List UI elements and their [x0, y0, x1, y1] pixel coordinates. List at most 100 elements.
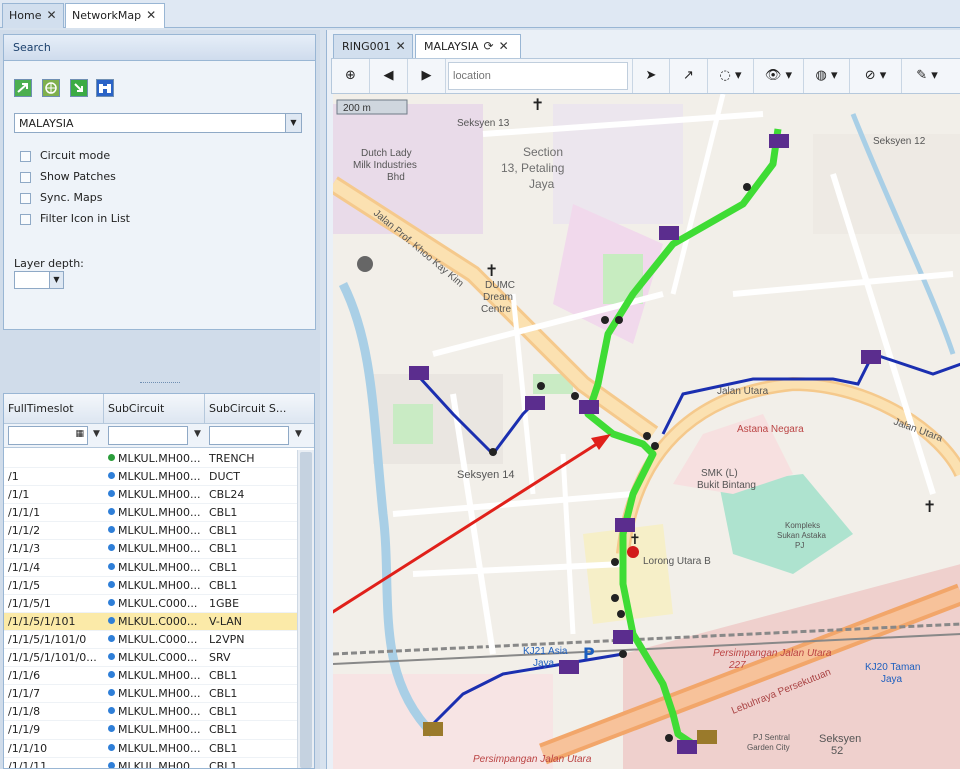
- table-row[interactable]: /1/1/7 MLKUL.MH00... CBL1: [4, 685, 297, 704]
- route-node[interactable]: [619, 650, 627, 658]
- view-icon[interactable]: 👁 ▾: [754, 59, 804, 93]
- route-node[interactable]: [615, 316, 623, 324]
- table-row[interactable]: /1/1/3 MLKUL.MH00... CBL1: [4, 540, 297, 559]
- layer-depth-select[interactable]: ▼: [14, 271, 64, 289]
- table-row[interactable]: /1/1/4 MLKUL.MH00... CBL1: [4, 559, 297, 577]
- location-input[interactable]: [448, 62, 628, 90]
- subcircuit-filter-input[interactable]: [108, 426, 188, 445]
- grid-scrollbar[interactable]: [297, 450, 314, 768]
- column-header-fulltimeslot[interactable]: FullTimeslot: [4, 394, 104, 424]
- column-header-subcircuit[interactable]: SubCircuit: [104, 394, 205, 424]
- filter-icon[interactable]: ▼: [194, 429, 201, 439]
- table-row[interactable]: /1/1/11 MLKUL.MH00... CBL1: [4, 758, 297, 768]
- cell-subcircuit-status: CBL1: [209, 705, 238, 719]
- route-node[interactable]: [617, 610, 625, 618]
- select-icon[interactable]: ◌ ▾: [708, 59, 754, 93]
- site-marker[interactable]: [677, 740, 697, 754]
- close-icon[interactable]: ✕: [499, 39, 509, 53]
- show-patches-checkbox[interactable]: Show Patches: [20, 170, 116, 186]
- back-icon[interactable]: ◀: [370, 59, 408, 93]
- checkbox-box[interactable]: [20, 171, 31, 183]
- close-icon[interactable]: ✕: [46, 8, 56, 22]
- table-row[interactable]: /1/1/5 MLKUL.MH00... CBL1: [4, 577, 297, 595]
- route-node[interactable]: [537, 382, 545, 390]
- site-marker[interactable]: [559, 660, 579, 674]
- route-node[interactable]: [611, 594, 619, 602]
- table-row[interactable]: /1/1/10 MLKUL.MH00... CBL1: [4, 740, 297, 758]
- map-svg[interactable]: ✝ ✝ ✝ ✝ P Seksyen 13 Dutch Lady Milk Ind…: [333, 94, 960, 769]
- table-row[interactable]: /1/1/5/1/101/0... MLKUL.C000... SRV: [4, 649, 297, 668]
- table-row[interactable]: MLKUL.MH00... TRENCH: [4, 450, 297, 469]
- map-label: Milk Industries: [353, 160, 417, 171]
- subcircuit-status-filter-input[interactable]: [209, 426, 289, 445]
- map-canvas[interactable]: ✝ ✝ ✝ ✝ P Seksyen 13 Dutch Lady Milk Ind…: [333, 94, 960, 769]
- table-row[interactable]: /1/1/2 MLKUL.MH00... CBL1: [4, 522, 297, 541]
- table-row[interactable]: /1/1 MLKUL.MH00... CBL24: [4, 486, 297, 505]
- site-marker[interactable]: [861, 350, 881, 364]
- scrollbar-thumb[interactable]: [300, 452, 312, 768]
- route-node[interactable]: [665, 734, 673, 742]
- site-marker[interactable]: [659, 226, 679, 240]
- site-marker[interactable]: [579, 400, 599, 414]
- site-marker[interactable]: [769, 134, 789, 148]
- globe-icon[interactable]: [42, 79, 60, 97]
- site-marker[interactable]: [423, 722, 443, 736]
- checkbox-box[interactable]: [20, 213, 31, 225]
- table-row[interactable]: /1/1/8 MLKUL.MH00... CBL1: [4, 703, 297, 722]
- tab-networkmap[interactable]: NetworkMap ✕: [65, 3, 165, 28]
- table-row[interactable]: /1/1/5/1/101 MLKUL.C000... V-LAN: [4, 612, 297, 631]
- filter-icon-in-list-checkbox[interactable]: Filter Icon in List: [20, 212, 130, 228]
- tab-malaysia[interactable]: MALAYSIA ⟳ ✕: [415, 34, 521, 58]
- site-marker[interactable]: [525, 396, 545, 410]
- calendar-icon[interactable]: ▦: [75, 429, 84, 439]
- zoom-in-icon[interactable]: ⊕: [332, 59, 370, 93]
- filter-icon[interactable]: ▼: [295, 429, 302, 439]
- chevron-down-icon[interactable]: ▼: [49, 272, 63, 288]
- fulltimeslot-filter-input[interactable]: ▦: [8, 426, 88, 445]
- import-icon[interactable]: [70, 79, 88, 97]
- route-node[interactable]: [743, 183, 751, 191]
- edit-icon[interactable]: ✎ ▾: [902, 59, 952, 93]
- route-node[interactable]: [571, 392, 579, 400]
- globe-icon[interactable]: ◍ ▾: [804, 59, 850, 93]
- table-row[interactable]: /1/1/1 MLKUL.MH00... CBL1: [4, 504, 297, 523]
- table-row[interactable]: /1/1/9 MLKUL.MH00... CBL1: [4, 721, 297, 740]
- route-node[interactable]: [601, 316, 609, 324]
- site-marker[interactable]: [613, 630, 633, 644]
- filter-icon[interactable]: ▼: [93, 429, 100, 439]
- site-marker[interactable]: [697, 730, 717, 744]
- cell-subcircuit-status: CBL1: [209, 669, 238, 683]
- table-row[interactable]: /1/1/5/1 MLKUL.C000... 1GBE: [4, 595, 297, 613]
- export-icon[interactable]: [14, 79, 32, 97]
- binoculars-icon[interactable]: [96, 79, 114, 97]
- tab-ring001[interactable]: RING001 ✕: [333, 34, 413, 58]
- map-label: Seksyen 14: [457, 469, 514, 481]
- church-icon: ✝: [531, 95, 544, 114]
- route-node[interactable]: [643, 432, 651, 440]
- locate-icon[interactable]: ➤: [632, 59, 670, 93]
- table-row[interactable]: /1 MLKUL.MH00... DUCT: [4, 468, 297, 487]
- chevron-down-icon[interactable]: ▼: [285, 114, 301, 132]
- visibility-icon[interactable]: ⊘ ▾: [850, 59, 902, 93]
- table-row[interactable]: /1/1/6 MLKUL.MH00... CBL1: [4, 667, 297, 686]
- close-icon[interactable]: ✕: [396, 39, 406, 53]
- checkbox-box[interactable]: [20, 150, 31, 162]
- checkbox-box[interactable]: [20, 192, 31, 204]
- route-node[interactable]: [489, 448, 497, 456]
- country-select[interactable]: MALAYSIA ▼: [14, 113, 302, 133]
- column-header-subcircuit-status[interactable]: SubCircuit S...: [205, 394, 314, 424]
- close-icon[interactable]: ✕: [146, 8, 156, 22]
- circuit-mode-checkbox[interactable]: Circuit mode: [20, 149, 110, 165]
- site-marker[interactable]: [409, 366, 429, 380]
- route-node[interactable]: [651, 442, 659, 450]
- panel-splitter[interactable]: [140, 382, 180, 386]
- sync-maps-checkbox[interactable]: Sync. Maps: [20, 191, 102, 207]
- external-link-icon[interactable]: ↗: [670, 59, 708, 93]
- refresh-icon[interactable]: ⟳: [484, 39, 494, 53]
- table-row[interactable]: /1/1/5/1/101/0 MLKUL.C000... L2VPN: [4, 631, 297, 650]
- route-node[interactable]: [611, 558, 619, 566]
- forward-icon[interactable]: ▶: [408, 59, 446, 93]
- site-marker[interactable]: [615, 518, 635, 532]
- map-label: KJ20 Taman: [865, 662, 920, 673]
- tab-home[interactable]: Home ✕: [2, 3, 64, 28]
